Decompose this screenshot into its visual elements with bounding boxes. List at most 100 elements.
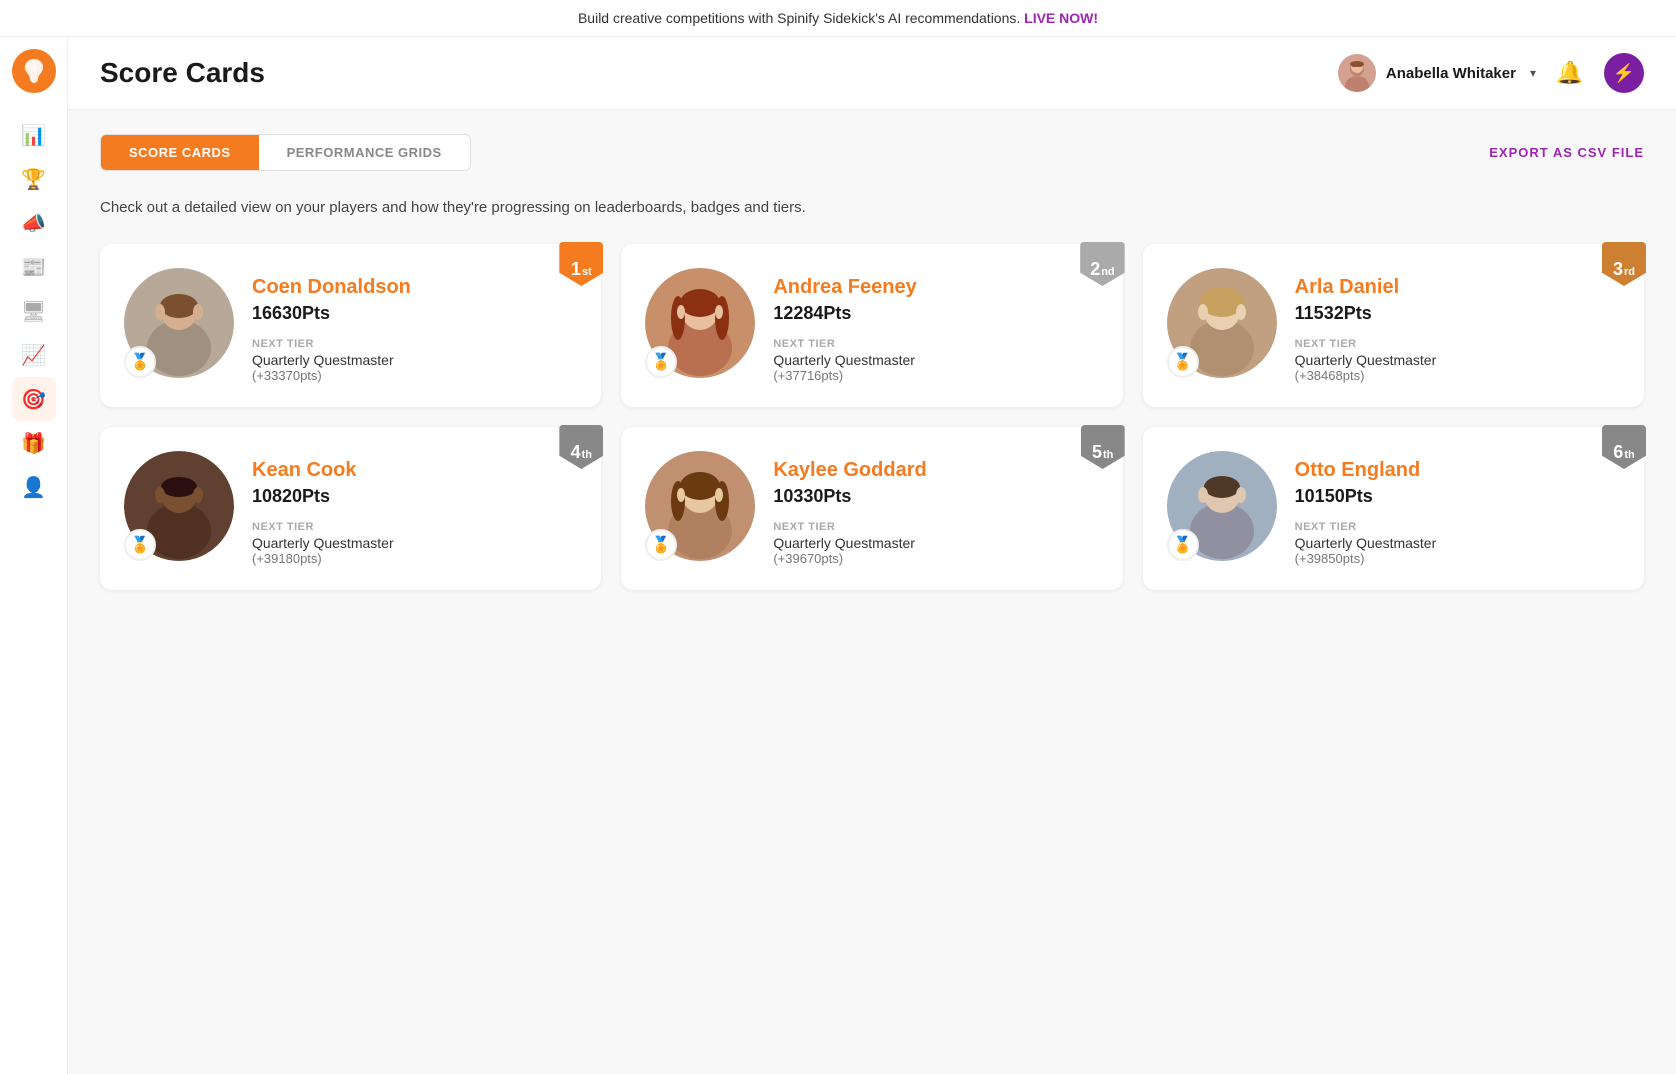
player-name: Arla Daniel — [1295, 276, 1620, 299]
next-tier-label: NEXT TIER — [1295, 521, 1620, 533]
tier-badge-icon: 🏅 — [124, 529, 156, 561]
next-tier-pts: (+33370pts) — [252, 368, 577, 383]
rank-suffix: rd — [1624, 266, 1635, 278]
next-tier-name: Quarterly Questmaster — [773, 535, 1098, 551]
player-name: Andrea Feeney — [773, 276, 1098, 299]
tab-performance-grids[interactable]: PERFORMANCE GRIDS — [259, 135, 470, 170]
sidebar-item-tv[interactable]: 🖥 — [12, 289, 56, 333]
sidebar-item-scorecards[interactable]: 🎯 — [12, 377, 56, 421]
sidebar-item-users[interactable]: 👤 — [12, 465, 56, 509]
card-info: Kaylee Goddard 10330Pts NEXT TIER Quarte… — [773, 451, 1098, 566]
card-top: 🏅 Arla Daniel 11532Pts NEXT TIER Quarter… — [1167, 268, 1620, 383]
user-name: Anabella Whitaker — [1386, 65, 1516, 82]
avatar-wrap: 🏅 — [1167, 268, 1277, 378]
player-name: Coen Donaldson — [252, 276, 577, 299]
player-pts: 16630Pts — [252, 303, 577, 324]
announcement-bar: Build creative competitions with Spinify… — [0, 0, 1676, 37]
next-tier-label: NEXT TIER — [1295, 338, 1620, 350]
sidebar-logo[interactable] — [12, 49, 56, 93]
next-tier-name: Quarterly Questmaster — [1295, 535, 1620, 551]
card-info: Kean Cook 10820Pts NEXT TIER Quarterly Q… — [252, 451, 577, 566]
next-tier-label: NEXT TIER — [252, 338, 577, 350]
next-tier-pts: (+39670pts) — [773, 551, 1098, 566]
rank-number: 4 — [571, 442, 581, 463]
header: Score Cards — [68, 37, 1676, 110]
card-info: Andrea Feeney 12284Pts NEXT TIER Quarter… — [773, 268, 1098, 383]
rank-number: 3 — [1613, 259, 1623, 280]
card-info: Arla Daniel 11532Pts NEXT TIER Quarterly… — [1295, 268, 1620, 383]
score-card[interactable]: 5th 🏅 Kaylee Goddard 10330Pts NEXT TIER … — [621, 427, 1122, 590]
score-card[interactable]: 6th 🏅 Otto England 10150Pts NEXT TIER Qu… — [1143, 427, 1644, 590]
card-top: 🏅 Andrea Feeney 12284Pts NEXT TIER Quart… — [645, 268, 1098, 383]
sidebar-item-trend[interactable]: 📈 — [12, 333, 56, 377]
page-title: Score Cards — [100, 57, 265, 89]
next-tier-pts: (+39180pts) — [252, 551, 577, 566]
next-tier-label: NEXT TIER — [773, 338, 1098, 350]
next-tier-label: NEXT TIER — [252, 521, 577, 533]
score-card[interactable]: 3rd 🏅 Arla Daniel 11532Pts NEXT TIER Qua… — [1143, 244, 1644, 407]
player-pts: 10820Pts — [252, 486, 577, 507]
user-profile[interactable]: Anabella Whitaker ▾ — [1338, 54, 1536, 92]
rank-number: 5 — [1092, 442, 1102, 463]
rank-suffix: nd — [1101, 266, 1114, 278]
avatar-wrap: 🏅 — [645, 451, 755, 561]
chevron-down-icon: ▾ — [1530, 66, 1536, 80]
player-name: Otto England — [1295, 459, 1620, 482]
next-tier-label: NEXT TIER — [773, 521, 1098, 533]
player-pts: 10330Pts — [773, 486, 1098, 507]
rank-number: 2 — [1090, 259, 1100, 280]
next-tier-name: Quarterly Questmaster — [252, 535, 577, 551]
player-name: Kean Cook — [252, 459, 577, 482]
tier-badge-icon: 🏅 — [1167, 346, 1199, 378]
rank-suffix: th — [582, 449, 592, 461]
description-text: Check out a detailed view on your player… — [100, 199, 1644, 216]
avatar-wrap: 🏅 — [645, 268, 755, 378]
tier-badge-icon: 🏅 — [124, 346, 156, 378]
tier-badge-icon: 🏅 — [1167, 529, 1199, 561]
sidebar-item-gift[interactable]: 🎁 — [12, 421, 56, 465]
card-top: 🏅 Kaylee Goddard 10330Pts NEXT TIER Quar… — [645, 451, 1098, 566]
next-tier-name: Quarterly Questmaster — [773, 352, 1098, 368]
sidebar-item-trophy[interactable]: 🏆 — [12, 157, 56, 201]
announcement-text: Build creative competitions with Spinify… — [578, 10, 1020, 26]
thunder-button[interactable]: ⚡ — [1604, 53, 1644, 93]
next-tier-name: Quarterly Questmaster — [252, 352, 577, 368]
card-top: 🏅 Coen Donaldson 16630Pts NEXT TIER Quar… — [124, 268, 577, 383]
sidebar: 📊🏆📣📰🖥📈🎯🎁👤 — [0, 37, 68, 1074]
card-info: Otto England 10150Pts NEXT TIER Quarterl… — [1295, 451, 1620, 566]
main-content: Score Cards — [68, 37, 1676, 1074]
tab-bar: SCORE CARDS PERFORMANCE GRIDS EXPORT AS … — [100, 134, 1644, 171]
tier-badge-icon: 🏅 — [645, 346, 677, 378]
next-tier-pts: (+37716pts) — [773, 368, 1098, 383]
score-card[interactable]: 2nd 🏅 Andrea Feeney 12284Pts NEXT TIER Q… — [621, 244, 1122, 407]
rank-suffix: th — [1624, 449, 1634, 461]
player-pts: 10150Pts — [1295, 486, 1620, 507]
sidebar-item-chart-bar[interactable]: 📊 — [12, 113, 56, 157]
tab-score-cards[interactable]: SCORE CARDS — [101, 135, 259, 170]
next-tier-name: Quarterly Questmaster — [1295, 352, 1620, 368]
card-top: 🏅 Kean Cook 10820Pts NEXT TIER Quarterly… — [124, 451, 577, 566]
avatar-wrap: 🏅 — [124, 268, 234, 378]
rank-suffix: th — [1103, 449, 1113, 461]
live-now-link[interactable]: LIVE NOW! — [1024, 10, 1098, 26]
score-card[interactable]: 4th 🏅 Kean Cook 10820Pts NEXT TIER Quart… — [100, 427, 601, 590]
tier-badge-icon: 🏅 — [645, 529, 677, 561]
score-card[interactable]: 1st 🏅 Coen Donaldson 16630Pts NEXT TIER … — [100, 244, 601, 407]
card-top: 🏅 Otto England 10150Pts NEXT TIER Quarte… — [1167, 451, 1620, 566]
sidebar-item-news[interactable]: 📰 — [12, 245, 56, 289]
rank-suffix: st — [582, 266, 592, 278]
tabs-container: SCORE CARDS PERFORMANCE GRIDS — [100, 134, 471, 171]
page-body: SCORE CARDS PERFORMANCE GRIDS EXPORT AS … — [68, 110, 1676, 1074]
avatar-wrap: 🏅 — [124, 451, 234, 561]
card-info: Coen Donaldson 16630Pts NEXT TIER Quarte… — [252, 268, 577, 383]
bell-icon[interactable]: 🔔 — [1552, 55, 1588, 91]
cards-grid: 1st 🏅 Coen Donaldson 16630Pts NEXT TIER … — [100, 244, 1644, 590]
rank-number: 1 — [571, 259, 581, 280]
next-tier-pts: (+39850pts) — [1295, 551, 1620, 566]
player-name: Kaylee Goddard — [773, 459, 1098, 482]
rank-number: 6 — [1613, 442, 1623, 463]
avatar — [1338, 54, 1376, 92]
sidebar-item-megaphone[interactable]: 📣 — [12, 201, 56, 245]
player-pts: 11532Pts — [1295, 303, 1620, 324]
export-csv-button[interactable]: EXPORT AS CSV FILE — [1489, 145, 1644, 160]
